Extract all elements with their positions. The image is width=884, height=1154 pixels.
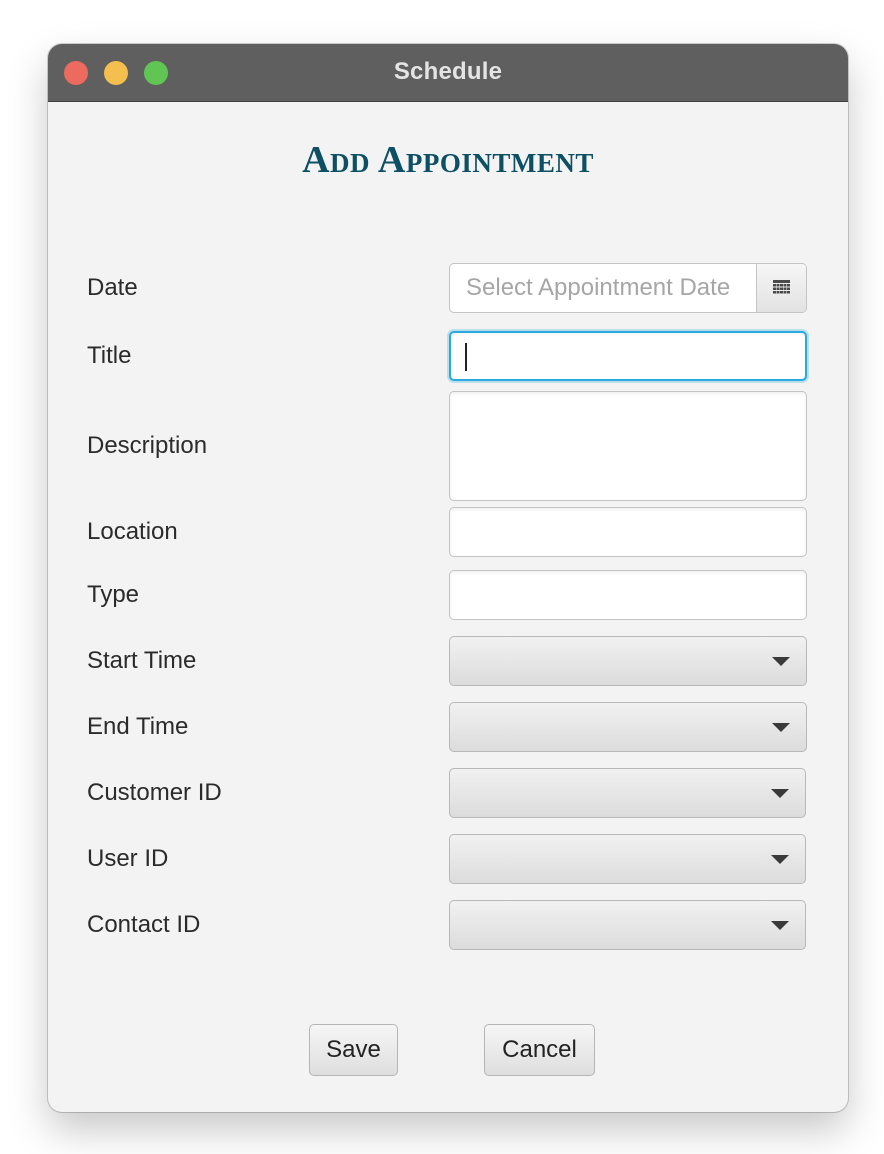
customer-id-label: Customer ID — [87, 779, 222, 806]
window-title: Schedule — [393, 58, 503, 85]
user-id-label: User ID — [87, 845, 169, 872]
text-caret — [465, 343, 467, 371]
chevron-down-icon — [772, 723, 790, 732]
title-bar: Schedule — [48, 44, 848, 102]
calendar-icon — [773, 280, 790, 294]
description-textarea[interactable] — [449, 391, 807, 501]
end-time-label: End Time — [87, 713, 189, 740]
title-input[interactable] — [449, 331, 807, 381]
chevron-down-icon — [771, 855, 789, 864]
chevron-down-icon — [771, 789, 789, 798]
chevron-down-icon — [771, 921, 789, 930]
contact-id-combo[interactable] — [449, 900, 806, 950]
location-label: Location — [87, 518, 178, 545]
description-label: Description — [87, 432, 208, 459]
cancel-button[interactable]: Cancel — [484, 1024, 595, 1076]
type-input[interactable] — [449, 570, 807, 620]
date-label: Date — [87, 274, 138, 301]
date-picker-button[interactable] — [756, 264, 806, 312]
date-picker[interactable]: Select Appointment Date — [449, 263, 807, 313]
page-title: Add Appointment — [302, 139, 594, 181]
save-button[interactable]: Save — [309, 1024, 398, 1076]
user-id-combo[interactable] — [449, 834, 806, 884]
title-label: Title — [87, 342, 132, 369]
schedule-window: Schedule Add Appointment Date Select App… — [48, 44, 848, 1112]
location-input[interactable] — [449, 507, 807, 557]
type-label: Type — [87, 581, 140, 608]
date-input[interactable]: Select Appointment Date — [466, 273, 730, 303]
start-time-combo[interactable] — [449, 636, 807, 686]
end-time-combo[interactable] — [449, 702, 807, 752]
chevron-down-icon — [772, 657, 790, 666]
contact-id-label: Contact ID — [87, 911, 201, 938]
customer-id-combo[interactable] — [449, 768, 806, 818]
start-time-label: Start Time — [87, 647, 197, 674]
